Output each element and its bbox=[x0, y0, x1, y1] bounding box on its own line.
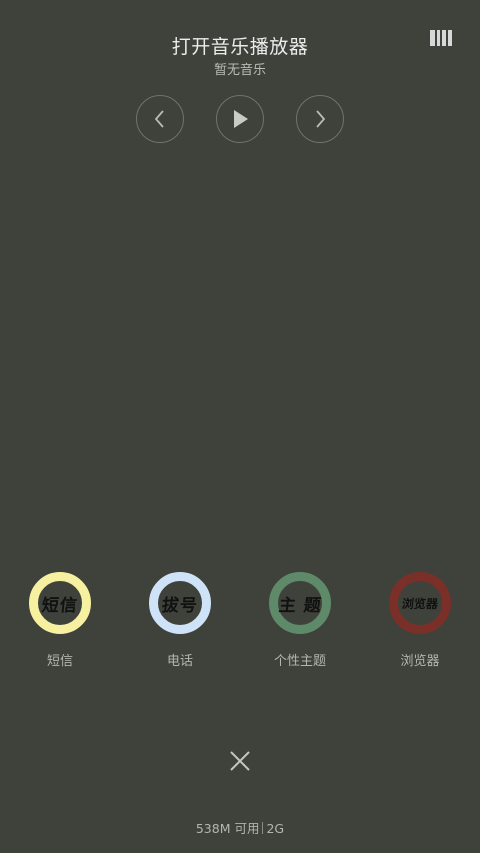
player-title[interactable]: 打开音乐播放器 bbox=[0, 32, 480, 59]
browser-icon: 浏览器 bbox=[389, 572, 451, 634]
manage-apps-icon[interactable] bbox=[430, 30, 452, 46]
close-button[interactable] bbox=[229, 750, 251, 772]
network-type: 2G bbox=[266, 821, 285, 836]
themes-icon: 主 题 bbox=[269, 572, 331, 634]
app-label: 个性主题 bbox=[273, 654, 326, 669]
chevron-left-icon bbox=[154, 110, 164, 128]
play-icon bbox=[234, 110, 248, 128]
phone-icon: 拔号 bbox=[149, 572, 211, 634]
divider bbox=[262, 822, 264, 834]
app-themes[interactable]: 主 题 个性主题 bbox=[255, 572, 345, 669]
app-label: 短信 bbox=[46, 654, 73, 669]
phone-icon-text: 拔号 bbox=[160, 595, 199, 616]
play-button[interactable] bbox=[216, 95, 264, 143]
memory-status: 538M 可用 2G bbox=[0, 818, 480, 837]
memory-available: 538M 可用 bbox=[195, 821, 260, 836]
app-label: 电话 bbox=[166, 654, 193, 669]
app-sms[interactable]: 短信 短信 bbox=[15, 572, 105, 669]
app-phone[interactable]: 拔号 电话 bbox=[135, 572, 225, 669]
player-subtitle: 暂无音乐 bbox=[213, 63, 266, 78]
sms-icon: 短信 bbox=[29, 572, 91, 634]
app-browser[interactable]: 浏览器 浏览器 bbox=[375, 572, 465, 669]
previous-button[interactable] bbox=[136, 95, 184, 143]
themes-icon-text: 主 题 bbox=[277, 595, 323, 616]
app-label: 浏览器 bbox=[400, 654, 440, 669]
next-button[interactable] bbox=[296, 95, 344, 143]
sms-icon-text: 短信 bbox=[40, 595, 79, 616]
chevron-right-icon bbox=[316, 110, 326, 128]
browser-icon-text: 浏览器 bbox=[401, 596, 439, 611]
close-icon bbox=[230, 751, 250, 771]
